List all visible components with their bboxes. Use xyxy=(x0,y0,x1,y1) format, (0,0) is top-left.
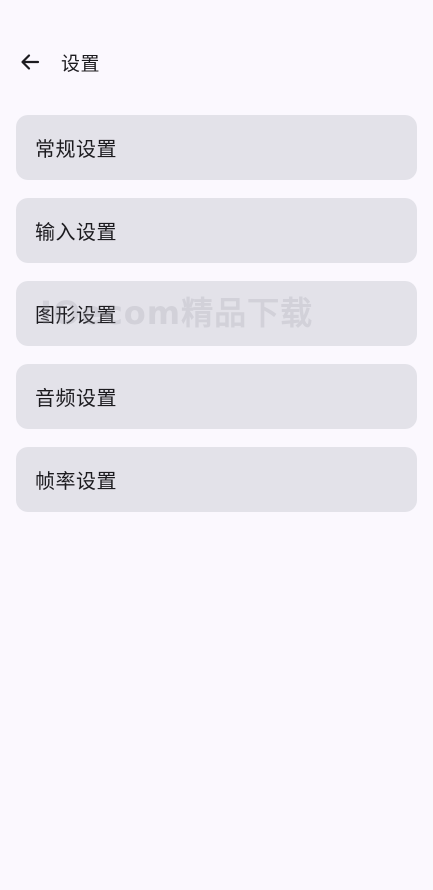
menu-item-label: 输入设置 xyxy=(35,220,117,244)
menu-item-label: 音频设置 xyxy=(35,386,117,410)
menu-item-label: 图形设置 xyxy=(35,303,117,327)
menu-item-audio-settings[interactable]: 音频设置 xyxy=(16,364,417,429)
menu-item-label: 常规设置 xyxy=(35,137,117,161)
menu-item-graphics-settings[interactable]: 图形设置 xyxy=(16,281,417,346)
top-app-bar: 设置 xyxy=(0,36,433,88)
arrow-left-icon xyxy=(21,54,40,70)
menu-item-general-settings[interactable]: 常规设置 xyxy=(16,115,417,180)
settings-menu-list: 常规设置 输入设置 图形设置 音频设置 帧率设置 xyxy=(16,115,417,530)
menu-item-framerate-settings[interactable]: 帧率设置 xyxy=(16,447,417,512)
menu-item-label: 帧率设置 xyxy=(35,469,117,493)
menu-item-input-settings[interactable]: 输入设置 xyxy=(16,198,417,263)
back-button[interactable] xyxy=(16,48,44,76)
page-title: 设置 xyxy=(61,52,101,75)
